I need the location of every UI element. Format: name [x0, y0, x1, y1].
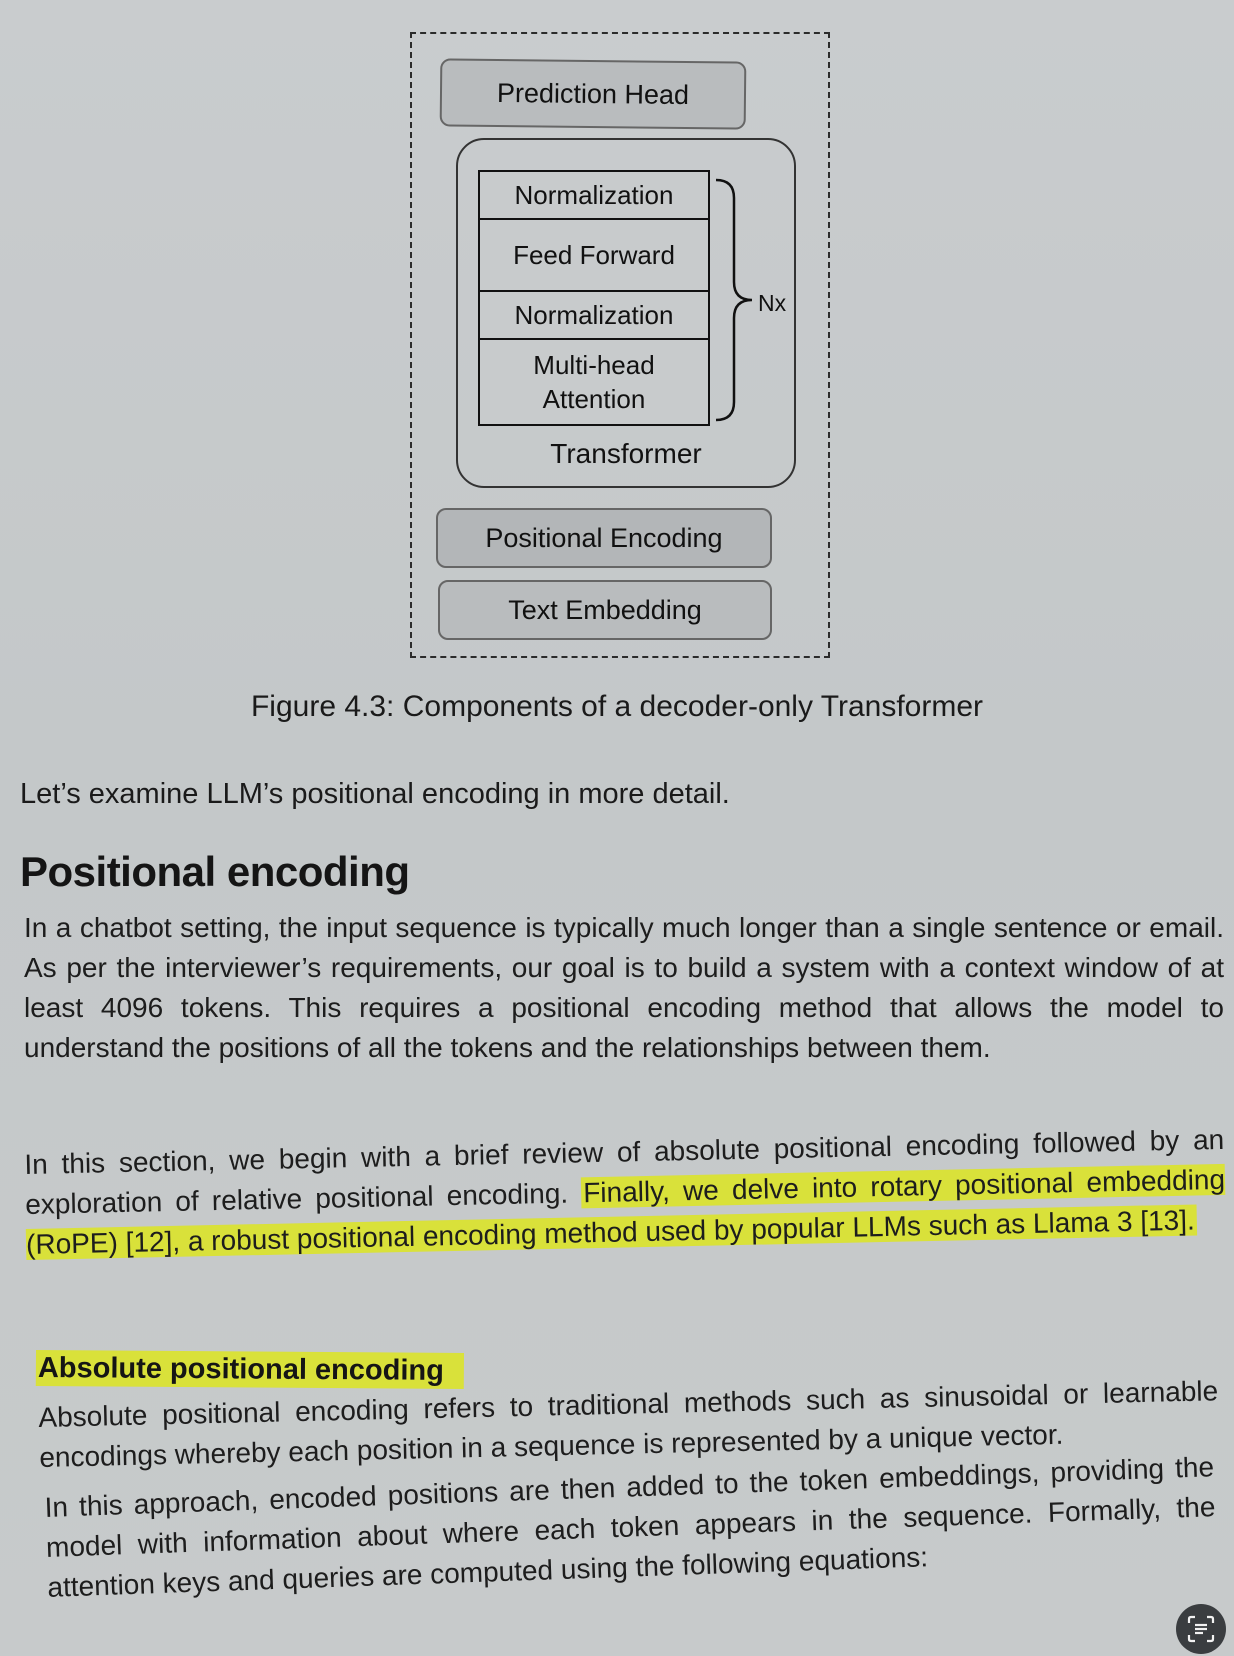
positional-encoding-block: Positional Encoding — [436, 508, 772, 568]
multi-head-attention-layer: Multi-head Attention — [533, 350, 655, 414]
transformer-label: Transformer — [550, 438, 702, 469]
section-title: Positional encoding — [20, 848, 410, 895]
normalization-layer-bottom: Normalization — [480, 292, 708, 340]
normalization-layer-top: Normalization — [480, 172, 708, 220]
paragraph-section-overview: In this section, we begin with a brief r… — [24, 1120, 1226, 1265]
text-scan-button[interactable] — [1176, 1604, 1226, 1654]
transformer-block: Normalization Feed Forward Normalization… — [456, 138, 796, 488]
repeat-label: Nx — [758, 290, 787, 316]
subsection-title-text: Absolute positional encoding — [35, 1350, 465, 1389]
transformer-diagram: Prediction Head Normalization Feed Forwa… — [410, 32, 830, 658]
paragraph-context-window: In a chatbot setting, the input sequence… — [24, 912, 1224, 1063]
layer-stack: Normalization Feed Forward Normalization… — [478, 170, 710, 426]
prediction-head-block: Prediction Head — [439, 58, 747, 130]
feed-forward-layer: Feed Forward — [480, 220, 708, 292]
text-scan-icon — [1187, 1615, 1215, 1643]
text-embedding-block: Text Embedding — [438, 580, 772, 640]
subsection-title: Absolute positional encoding — [35, 1350, 465, 1389]
figure-caption: Figure 4.3: Components of a decoder-only… — [250, 690, 984, 723]
book-page: Prediction Head Normalization Feed Forwa… — [0, 0, 1234, 1656]
repeat-brace-icon — [715, 178, 753, 422]
intro-sentence: Let’s examine LLM’s positional encoding … — [20, 778, 730, 810]
